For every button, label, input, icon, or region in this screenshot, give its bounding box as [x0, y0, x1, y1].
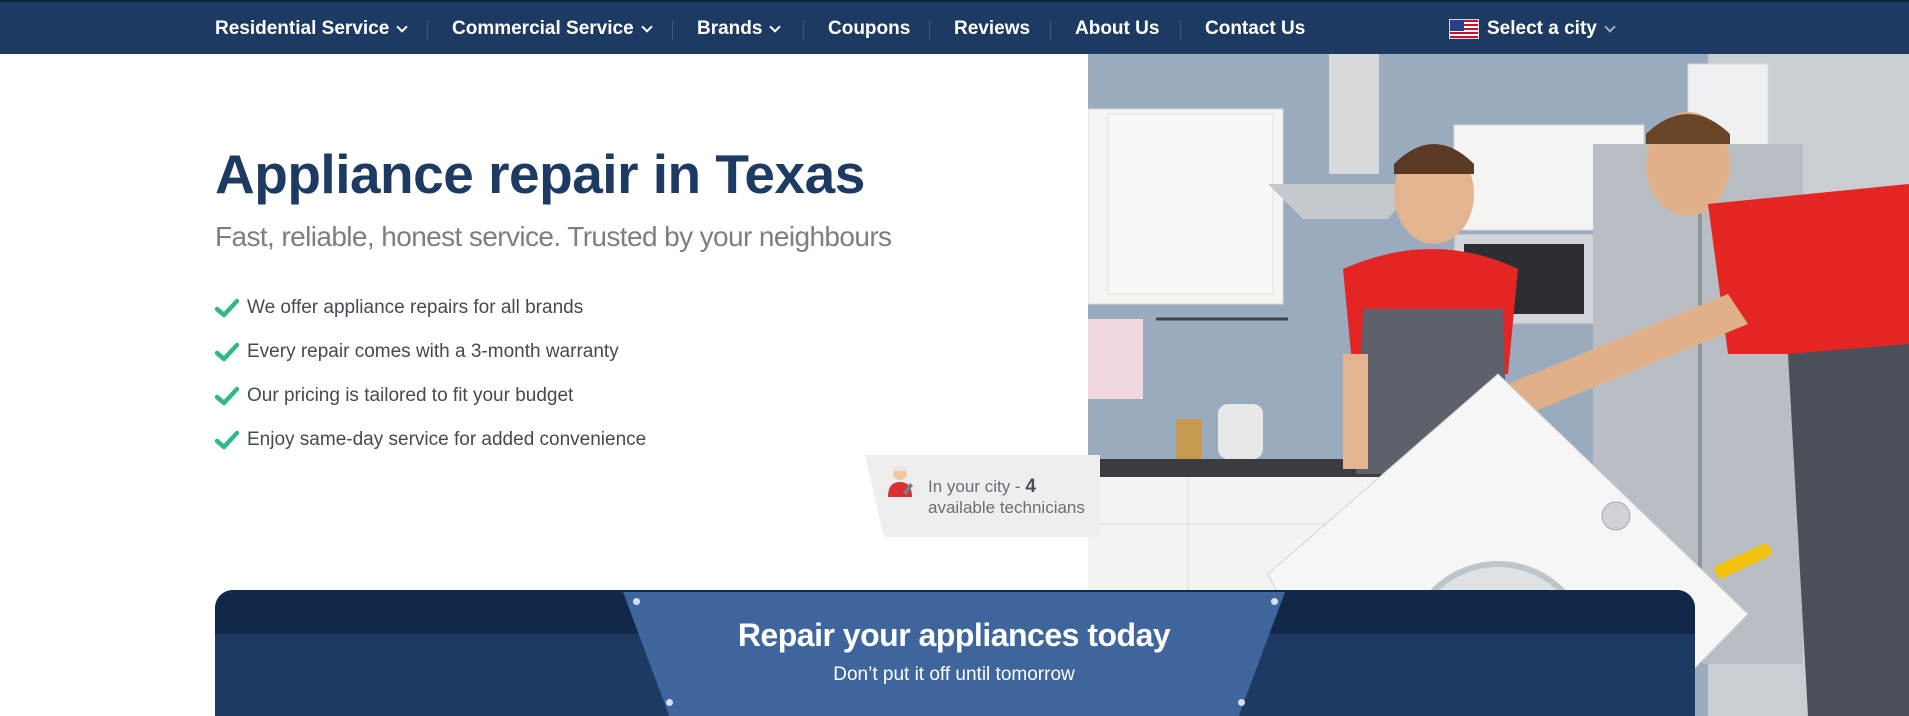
nav-divider: [1050, 20, 1051, 40]
nav-label: Residential Service: [215, 18, 390, 39]
screw-dot: [1238, 699, 1245, 706]
feature-item: We offer appliance repairs for all brand…: [215, 286, 646, 330]
banner-title: Repair your appliances today: [737, 617, 1171, 653]
feature-item: Our pricing is tailored to fit your budg…: [215, 374, 646, 418]
check-icon: [215, 386, 239, 406]
technicians-prefix: In your city -: [928, 477, 1021, 496]
screw-dot: [666, 699, 673, 706]
feature-item: Every repair comes with a 3-month warran…: [215, 330, 646, 374]
check-icon: [215, 430, 239, 450]
nav-label: Brands: [697, 18, 763, 39]
main-nav: Residential Service Commercial Service B…: [0, 0, 1909, 54]
feature-text: Our pricing is tailored to fit your budg…: [247, 385, 574, 406]
chevron-down-icon: [641, 20, 653, 33]
check-icon: [215, 342, 239, 362]
chevron-down-icon: [1604, 20, 1616, 33]
nav-divider: [427, 20, 428, 40]
us-flag-icon: [1449, 19, 1479, 39]
nav-commercial-service[interactable]: Commercial Service: [452, 2, 653, 56]
city-select-label: Select a city: [1487, 18, 1597, 39]
nav-label: Contact Us: [1205, 18, 1306, 39]
nav-label: Coupons: [828, 18, 911, 39]
nav-label: About Us: [1075, 18, 1160, 39]
feature-text: Enjoy same-day service for added conveni…: [247, 429, 647, 450]
screw-dot: [633, 598, 640, 605]
nav-divider: [929, 20, 930, 40]
technicians-suffix: available technicians: [928, 498, 1085, 517]
technicians-available-text: In your city - 4 available technicians: [928, 476, 1085, 518]
nav-divider: [672, 20, 673, 40]
feature-item: Enjoy same-day service for added conveni…: [215, 418, 646, 462]
nav-about-us[interactable]: About Us: [1075, 2, 1159, 56]
chevron-down-icon: [396, 20, 408, 33]
technicians-count: 4: [1025, 476, 1036, 497]
banner-plate: [623, 592, 1285, 716]
technician-avatar-icon: [888, 465, 914, 497]
nav-contact-us[interactable]: Contact Us: [1205, 2, 1305, 56]
nav-label: Commercial Service: [452, 18, 634, 39]
page-title: Appliance repair in Texas: [215, 143, 865, 205]
nav-reviews[interactable]: Reviews: [954, 2, 1030, 56]
page-subtitle: Fast, reliable, honest service. Trusted …: [215, 221, 892, 252]
feature-text: We offer appliance repairs for all brand…: [247, 297, 584, 318]
screw-dot: [1271, 598, 1278, 605]
chevron-down-icon: [769, 20, 782, 33]
nav-divider: [1180, 20, 1181, 40]
nav-coupons[interactable]: Coupons: [828, 2, 910, 56]
nav-brands[interactable]: Brands: [697, 2, 782, 56]
feature-text: Every repair comes with a 3-month warran…: [247, 341, 619, 362]
nav-residential-service[interactable]: Residential Service: [215, 2, 408, 56]
nav-divider: [803, 20, 804, 40]
check-icon: [215, 298, 239, 318]
nav-label: Reviews: [954, 18, 1031, 39]
banner-subtitle: Don’t put it off until tomorrow: [833, 664, 1075, 685]
city-select[interactable]: Select a city: [1449, 2, 1616, 56]
feature-list: We offer appliance repairs for all brand…: [215, 286, 646, 462]
